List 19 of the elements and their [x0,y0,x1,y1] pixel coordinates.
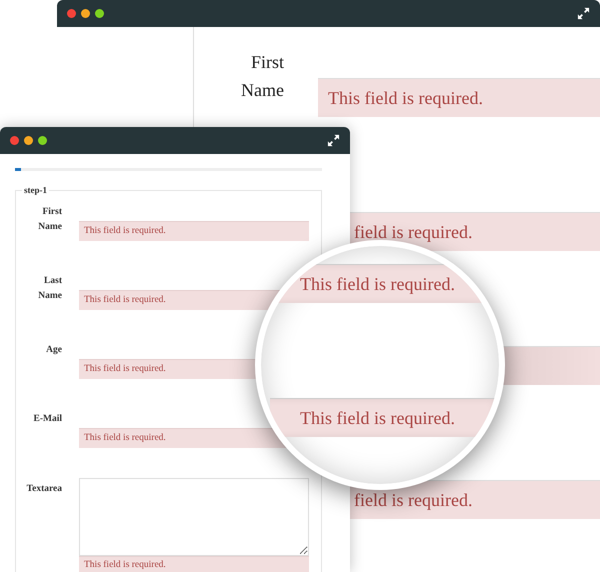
error-message: This field is required. [79,556,309,572]
field-label: E-Mail [32,413,62,426]
minimize-button[interactable] [81,9,90,18]
field-label: Age [45,344,62,357]
error-message: This field is required. [318,78,600,117]
field-label: Last Name [37,275,62,303]
expand-icon[interactable] [327,134,340,147]
maximize-button[interactable] [95,9,104,18]
error-message: This field is required. [79,221,309,241]
fieldset-legend: step-1 [22,185,49,195]
field-label: First Name [240,51,284,102]
close-button[interactable] [10,136,19,145]
expand-icon[interactable] [577,7,590,20]
minimize-button[interactable] [24,136,33,145]
field-label: First Name [37,206,62,234]
textarea-field[interactable] [79,478,309,556]
close-button[interactable] [67,9,76,18]
field-label: Textarea [26,483,62,496]
maximize-button[interactable] [38,136,47,145]
